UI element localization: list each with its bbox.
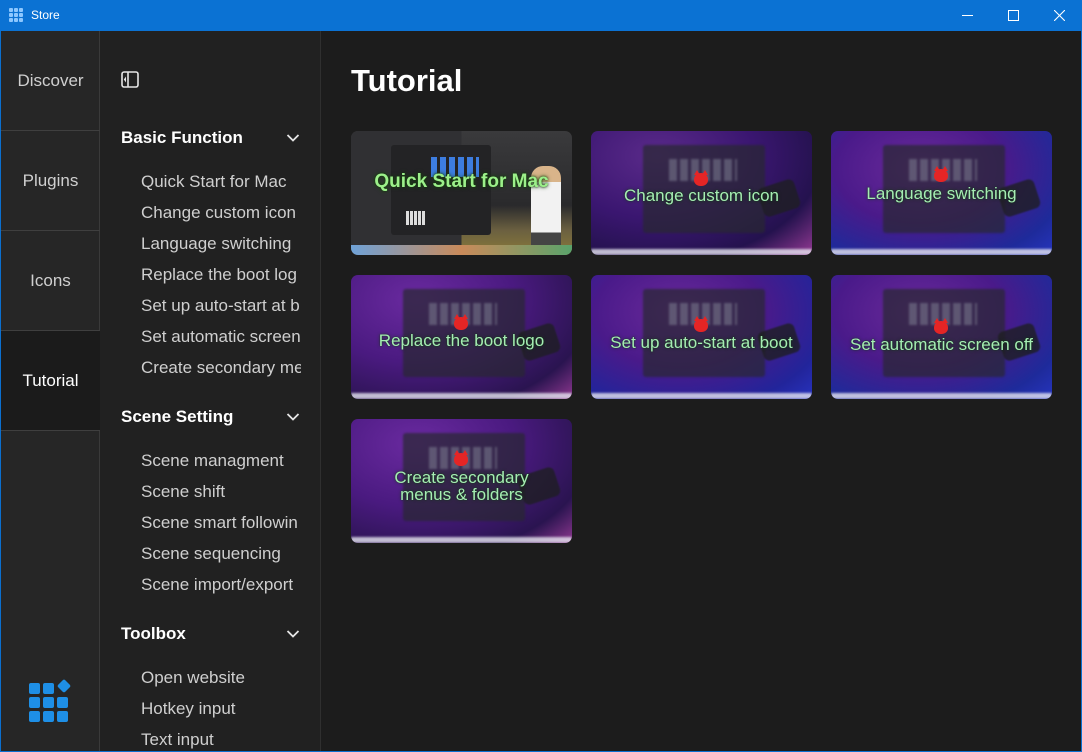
tutorial-card-boot-logo[interactable]: Replace the boot logo: [351, 275, 572, 399]
devil-logo-icon: [694, 316, 708, 332]
devil-logo-icon: [934, 166, 948, 182]
card-label: Replace the boot logo: [378, 331, 545, 350]
nav-label: Discover: [17, 70, 84, 90]
card-label: Change custom icon: [624, 186, 779, 205]
sidebar-item-auto-start[interactable]: Set up auto-start at b: [141, 296, 301, 316]
card-label: Create secondary menus & folders: [394, 468, 529, 504]
app-grid-icon: [9, 8, 24, 23]
card-label: Quick Start for Mac: [374, 171, 549, 192]
page-title: Tutorial: [351, 63, 463, 98]
nav-item-plugins[interactable]: Plugins: [1, 131, 100, 231]
devil-logo-icon: [454, 450, 468, 466]
tutorial-card-change-icon[interactable]: Change custom icon: [591, 131, 812, 255]
sidebar-item-scene-management[interactable]: Scene managment: [141, 451, 301, 471]
section-title-scene-setting[interactable]: Scene Setting: [121, 407, 233, 427]
sidebar-item-hotkey-input[interactable]: Hotkey input: [141, 699, 301, 719]
card-label: Set automatic screen off: [849, 335, 1033, 354]
tutorial-card-screen-off[interactable]: Set automatic screen off: [831, 275, 1052, 399]
minimize-button[interactable]: [944, 0, 990, 31]
sidebar-item-scene-import-export[interactable]: Scene import/export: [141, 575, 301, 595]
nav-item-tutorial[interactable]: Tutorial: [1, 331, 100, 431]
app-window: Discover Plugins Icons Tutorial Basic Fu…: [1, 31, 1081, 751]
brand-logo-icon: [29, 678, 72, 722]
sidebar-item-scene-shift[interactable]: Scene shift: [141, 482, 301, 502]
tutorial-card-quick-start[interactable]: Quick Start for Mac: [351, 131, 572, 255]
nav-item-icons[interactable]: Icons: [1, 231, 100, 331]
section-title-toolbox[interactable]: Toolbox: [121, 624, 186, 644]
close-icon: [1053, 10, 1065, 21]
devil-logo-icon: [694, 170, 708, 186]
sidebar-item-secondary-menus[interactable]: Create secondary me: [141, 358, 301, 378]
nav-label: Tutorial: [22, 370, 79, 390]
sidebar-item-quick-start[interactable]: Quick Start for Mac: [141, 172, 301, 192]
chevron-down-icon[interactable]: [286, 133, 300, 143]
devil-logo-icon: [934, 318, 948, 334]
minimize-icon: [961, 15, 973, 16]
collapse-sidebar-icon[interactable]: [121, 71, 139, 88]
sidebar-item-custom-icon[interactable]: Change custom icon: [141, 203, 301, 223]
card-label: Language switching: [866, 184, 1017, 203]
sidebar-item-text-input[interactable]: Text input: [141, 730, 301, 750]
maximize-icon: [1007, 10, 1019, 21]
sidebar-item-open-website[interactable]: Open website: [141, 668, 301, 688]
devil-logo-icon: [454, 314, 468, 330]
sidebar-item-boot-logo[interactable]: Replace the boot log: [141, 265, 301, 285]
sidebar-item-screen-off[interactable]: Set automatic screen: [141, 327, 301, 347]
tutorial-sidebar: Basic Function Quick Start for Mac Chang…: [100, 31, 321, 751]
main-nav: Discover Plugins Icons Tutorial: [1, 31, 100, 751]
section-title-basic-function[interactable]: Basic Function: [121, 128, 243, 148]
close-button[interactable]: [1036, 0, 1082, 31]
nav-label: Plugins: [22, 170, 79, 190]
tutorial-card-language[interactable]: Language switching: [831, 131, 1052, 255]
sidebar-item-scene-sequencing[interactable]: Scene sequencing: [141, 544, 301, 564]
sidebar-item-language[interactable]: Language switching: [141, 234, 301, 254]
window-title: Store: [31, 8, 60, 22]
nav-item-discover[interactable]: Discover: [1, 31, 100, 131]
nav-label: Icons: [30, 270, 71, 290]
sidebar-item-scene-following[interactable]: Scene smart followin: [141, 513, 301, 533]
maximize-button[interactable]: [990, 0, 1036, 31]
tutorial-card-auto-start[interactable]: Set up auto-start at boot: [591, 275, 812, 399]
chevron-down-icon[interactable]: [286, 412, 300, 422]
card-label: Set up auto-start at boot: [610, 333, 793, 352]
tutorial-content: Tutorial Quick Start for Mac Change cust…: [321, 31, 1081, 751]
title-bar: Store: [0, 0, 1082, 31]
tutorial-card-secondary-menus[interactable]: Create secondary menus & folders: [351, 419, 572, 543]
chevron-down-icon[interactable]: [286, 629, 300, 639]
